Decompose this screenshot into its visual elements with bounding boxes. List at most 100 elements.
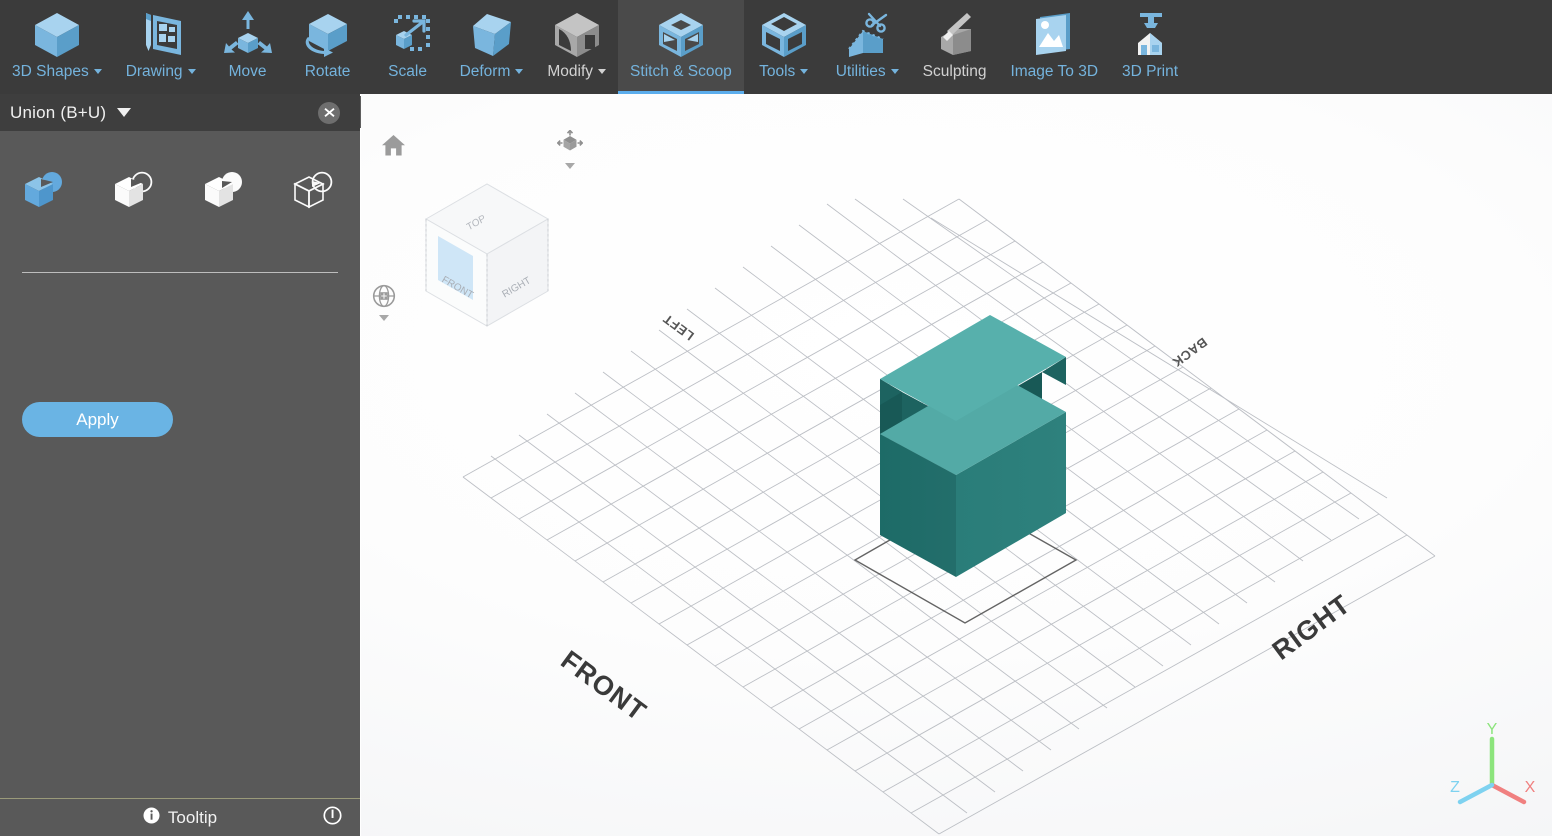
toolbar-tab-text: Drawing <box>125 63 183 80</box>
boolean-op-subtract-button[interactable] <box>90 169 180 218</box>
pencil-blueprint-icon <box>133 6 189 64</box>
axis-gizmo: Y X Z <box>1446 719 1538 810</box>
tool-panel-footer: Tooltip <box>0 798 360 836</box>
chevron-down-icon[interactable] <box>565 163 575 169</box>
chevron-down-icon[interactable] <box>117 108 132 117</box>
deform-cube-icon <box>463 6 519 64</box>
image-to-3d-icon <box>1026 6 1082 64</box>
toolbar-tab-3d-print[interactable]: 3D Print <box>1110 0 1190 94</box>
toolbar-tab-label: Image To 3D <box>1010 64 1098 80</box>
toolbar-tab-move[interactable]: Move <box>208 0 288 94</box>
orbit-globe-icon <box>372 284 396 313</box>
sculpting-chisel-icon <box>927 6 983 64</box>
chevron-down-icon[interactable] <box>93 69 102 75</box>
toolbar-tab-label: 3D Shapes <box>12 64 102 80</box>
chevron-down-icon[interactable] <box>890 69 899 75</box>
toolbar-tab-text: Move <box>228 63 267 80</box>
union-boolean-icon <box>21 169 69 218</box>
ground-label-left: LEFT <box>660 311 697 344</box>
close-icon[interactable] <box>318 101 340 124</box>
toolbar-tab-text: Image To 3D <box>1010 63 1099 80</box>
toolbar-tab-scale[interactable]: Scale <box>368 0 448 94</box>
toolbar-tab-stitch-scoop[interactable]: Stitch & Scoop <box>618 0 744 94</box>
toolbar-tab-deform[interactable]: Deform <box>448 0 536 94</box>
axis-label-x: X <box>1525 779 1536 796</box>
rotate-cube-icon <box>300 6 356 64</box>
view-orientation-control[interactable] <box>556 129 584 169</box>
toolbar-tab-label: Scale <box>388 64 427 80</box>
toolbar-tab-tools[interactable]: Tools <box>744 0 824 94</box>
tool-panel-body: Apply <box>0 131 360 799</box>
toolbar-tab-label: Rotate <box>305 64 351 80</box>
intersect-boolean-icon <box>201 169 249 218</box>
axis-label-y: Y <box>1487 721 1498 738</box>
toolbar-tab-label: Drawing <box>126 64 196 80</box>
tool-panel: Union (B+U) Apply Tooltip <box>0 94 360 836</box>
page-title: Union (B+U) <box>10 102 107 122</box>
scissors-utilities-icon <box>839 6 895 64</box>
tool-panel-header: Union (B+U) <box>0 94 360 131</box>
orbit-control[interactable] <box>372 284 396 321</box>
toolbar-tab-label: Modify <box>547 63 607 80</box>
toolbar-tab-label: Sculpting <box>923 64 987 80</box>
3d-printer-icon <box>1122 6 1178 64</box>
toolbar-tab-label: Tools <box>759 63 809 80</box>
cube-icon <box>29 6 85 64</box>
3d-viewport[interactable]: FRONT RIGHT LEFT BACK TOP FRONT RIGHT Y … <box>361 94 1552 836</box>
view-orientation-icon <box>556 129 584 161</box>
toolbar-tab-text: Sculpting <box>922 63 987 80</box>
toolbar-tab-text: Modify <box>547 63 594 80</box>
viewport-scene: FRONT RIGHT LEFT BACK TOP FRONT RIGHT <box>424 183 1436 835</box>
toolbar-tab-rotate[interactable]: Rotate <box>288 0 368 94</box>
toolbar-tab-label: Move <box>229 64 267 80</box>
home-icon[interactable] <box>381 134 406 162</box>
chevron-down-icon[interactable] <box>515 69 524 75</box>
chevron-down-icon[interactable] <box>598 69 607 75</box>
boolean-op-intersect-button[interactable] <box>180 169 270 218</box>
toolbar-tab-text: 3D Print <box>1122 63 1179 80</box>
chevron-down-icon[interactable] <box>379 315 389 321</box>
divider <box>22 272 338 273</box>
main-toolbar: 3D Shapes Drawing Move Rotate Scale Defo… <box>0 0 1552 94</box>
tooltip-label: Tooltip <box>167 807 218 827</box>
toolbar-tab-text: Utilities <box>835 63 886 80</box>
toolbar-tab-text: Deform <box>459 63 511 80</box>
toolbar-tab-utilities[interactable]: Utilities <box>824 0 911 94</box>
toolbar-tab-3d-shapes[interactable]: 3D Shapes <box>0 0 114 94</box>
exclude-boolean-icon <box>291 169 339 218</box>
toolbar-tab-sculpting[interactable]: Sculpting <box>911 0 999 94</box>
boolean-operation-group <box>0 131 360 218</box>
ground-label-front: FRONT <box>555 645 652 727</box>
toolbar-tab-label: Stitch & Scoop <box>630 64 732 80</box>
app-root: 3D Shapes Drawing Move Rotate Scale Defo… <box>0 0 1552 836</box>
toolbar-tab-text: Stitch & Scoop <box>630 63 732 80</box>
subtract-boolean-icon <box>111 169 159 218</box>
view-cube[interactable]: TOP FRONT RIGHT <box>424 183 550 327</box>
chevron-down-icon[interactable] <box>800 69 809 75</box>
toolbar-tab-text: 3D Shapes <box>12 63 89 80</box>
tooltip-toggle[interactable]: Tooltip <box>143 807 217 829</box>
chevron-down-icon[interactable] <box>187 69 196 75</box>
toolbar-tab-label: 3D Print <box>1122 64 1178 80</box>
toolbar-tab-image-to-3d[interactable]: Image To 3D <box>998 0 1110 94</box>
ground-plane-labels: FRONT RIGHT <box>555 589 1356 727</box>
toolbar-tab-text: Tools <box>759 63 796 80</box>
toolbar-tab-modify[interactable]: Modify <box>535 0 618 94</box>
power-info-icon[interactable] <box>323 805 342 830</box>
axis-label-z: Z <box>1450 779 1460 796</box>
ground-label-right: RIGHT <box>1267 589 1356 666</box>
modify-cube-icon <box>549 6 605 64</box>
scale-cube-icon <box>380 6 436 64</box>
move-arrows-cube-icon <box>220 6 276 64</box>
info-circle-icon <box>143 807 160 829</box>
apply-button[interactable]: Apply <box>22 402 173 437</box>
toolbar-tab-label: Deform <box>460 64 524 80</box>
boolean-op-union-button[interactable] <box>0 169 90 218</box>
tools-cube-icon <box>756 6 812 64</box>
toolbar-tab-label: Utilities <box>836 64 899 80</box>
toolbar-tab-text: Scale <box>388 63 427 80</box>
toolbar-tab-text: Rotate <box>304 63 351 80</box>
stitch-scoop-cube-icon <box>653 6 709 64</box>
toolbar-tab-drawing[interactable]: Drawing <box>114 0 208 94</box>
boolean-op-exclude-button[interactable] <box>270 169 360 218</box>
